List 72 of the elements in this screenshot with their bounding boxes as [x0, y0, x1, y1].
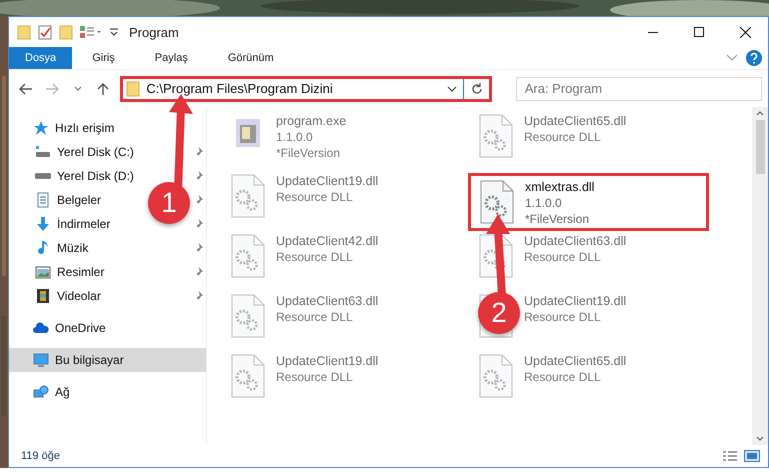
tiles-view-icon[interactable]: [744, 450, 760, 462]
caret-icon: [74, 86, 82, 92]
item-count: 119 öğe: [21, 450, 60, 462]
sidebar-item[interactable]: Videolar: [9, 284, 151, 308]
sidebar-item[interactable]: OneDrive: [9, 316, 206, 340]
file-detail: Resource DLL: [276, 189, 354, 205]
file-detail: 1.1.0.0: [525, 195, 563, 211]
sidebar-item[interactable]: Yerel Disk (C:): [9, 140, 151, 164]
picture-icon: [35, 264, 51, 280]
address-path: C:\Program Files\Program Dizini: [146, 81, 334, 96]
file-detail: Resource DLL: [276, 249, 354, 265]
ribbon-tab[interactable]: Giriş: [78, 47, 129, 69]
search-field[interactable]: Ara: Program: [516, 76, 762, 100]
ribbon-tab[interactable]: Dosya: [9, 47, 72, 69]
sidebar-item[interactable]: Hızlı erişim: [9, 116, 206, 140]
download-icon: [35, 216, 51, 232]
view-menu-icon[interactable]: [79, 25, 103, 39]
properties-icon[interactable]: [37, 24, 53, 40]
file-name: UpdateClient19.dll: [276, 353, 378, 369]
file-name: UpdateClient63.dll: [524, 233, 626, 249]
up-arrow-icon: [97, 82, 110, 96]
folder-icon: [126, 80, 140, 96]
network-icon: [33, 384, 49, 400]
file-detail: Resource DLL: [524, 309, 602, 325]
address-bar[interactable]: C:\Program Files\Program Dizini: [120, 76, 492, 102]
ribbon-tab[interactable]: Görünüm: [214, 47, 288, 69]
file-name: UpdateClient63.dll: [276, 293, 378, 309]
file-detail: *FileVersion: [525, 211, 590, 227]
dropdown-icon[interactable]: [109, 27, 119, 37]
sidebar-item[interactable]: Resimler: [9, 260, 151, 284]
cloud-icon: [33, 320, 49, 336]
sidebar-item[interactable]: Bu bilgisayar: [9, 348, 206, 372]
file-detail: 1.1.0.0: [276, 129, 314, 145]
sidebar-item[interactable]: Belgeler: [9, 188, 151, 212]
file-name: UpdateClient19.dll: [524, 293, 626, 309]
scroll-down-icon[interactable]: [756, 436, 764, 441]
back-arrow-icon: [18, 82, 33, 94]
drive-icon: [35, 144, 51, 160]
help-icon[interactable]: [746, 50, 762, 66]
window-title: Program: [129, 24, 179, 40]
file-name: UpdateClient65.dll: [524, 113, 626, 129]
film-icon: [35, 288, 51, 304]
document-icon: [35, 192, 51, 208]
scrollbar[interactable]: [752, 107, 768, 445]
file-detail: Resource DLL: [276, 309, 354, 325]
scroll-thumb[interactable]: [756, 120, 764, 174]
file-detail: Resource DLL: [524, 129, 602, 145]
details-view-icon[interactable]: [722, 450, 738, 462]
sidebar-item[interactable]: Müzik: [9, 236, 151, 260]
file-detail: *FileVersion: [276, 145, 342, 161]
drive-icon: [35, 173, 51, 179]
file-detail: Resource DLL: [276, 369, 354, 385]
file-name: UpdateClient42.dll: [276, 233, 378, 249]
scroll-up-icon[interactable]: [756, 111, 764, 116]
file-name: xmlextras.dll: [525, 179, 594, 195]
sidebar-item[interactable]: Yerel Disk (D:): [9, 164, 151, 188]
file-detail: Resource DLL: [524, 369, 602, 385]
computer-icon: [33, 352, 49, 368]
file-detail: Resource DLL: [524, 249, 602, 265]
sidebar-item[interactable]: Ağ: [9, 380, 206, 404]
sidebar-item[interactable]: İndirmeler: [9, 212, 151, 236]
chevron-icon[interactable]: [726, 54, 738, 62]
maximize-icon: [694, 27, 704, 37]
file-name: UpdateClient65.dll: [524, 353, 626, 369]
refresh-icon[interactable]: [470, 82, 484, 96]
ribbon-tab[interactable]: Paylaş: [140, 47, 202, 69]
dropdown-icon[interactable]: [446, 86, 457, 92]
star-icon: [33, 120, 49, 136]
file-name: UpdateClient19.dll: [276, 173, 378, 189]
file-name: program.exe: [276, 113, 346, 129]
forward-arrow-icon: [44, 82, 59, 94]
close-icon: [740, 26, 750, 38]
